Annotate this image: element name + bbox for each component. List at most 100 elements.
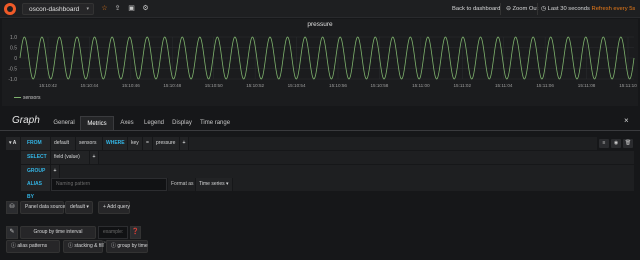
where-key[interactable]: key [128, 137, 142, 150]
row-filler [99, 151, 634, 164]
divider [500, 3, 501, 15]
tab-display[interactable]: Display [168, 116, 196, 130]
group-by-time-label: Group by time interval [20, 226, 96, 239]
x-tick-label: 15:10:52 [246, 83, 264, 88]
top-navbar: oscon-dashboard ▾ ☆ ⇪ ▣ ⚙ Back to dashbo… [0, 0, 640, 18]
query-row-from: ▾ A FROM default sensors WHERE key = pre… [6, 137, 634, 150]
y-tick-label: -1.0 [8, 77, 17, 83]
zoom-out-label: Zoom Out [512, 6, 539, 12]
select-label: SELECT [21, 151, 50, 164]
x-tick-label: 15:11:08 [578, 83, 596, 88]
data-source-select[interactable]: default ▾ [65, 201, 93, 214]
tab-legend[interactable]: Legend [140, 116, 168, 130]
dashboard-title: oscon-dashboard [29, 6, 80, 13]
y-tick-label: 0 [14, 56, 17, 62]
share-icon[interactable]: ⇪ [112, 3, 123, 15]
x-tick-label: 15:10:44 [80, 83, 98, 88]
collapse-icon: ▾ [9, 140, 12, 146]
alias-by-label: ALIAS BY [21, 178, 50, 200]
query-row-group-by: GROUP BY + [6, 165, 634, 187]
add-select-plus-icon[interactable]: + [90, 151, 98, 164]
group-by-time-input[interactable]: example: >10s [98, 226, 128, 246]
y-tick-label: -0.5 [8, 66, 17, 72]
x-tick-label: 15:10:46 [122, 83, 140, 88]
add-query-label: Add query [107, 204, 130, 210]
caret-down-icon: ▾ [86, 6, 89, 12]
query-row-alias-by: ALIAS BY Naming pattern Format as Time s… [6, 178, 634, 200]
group-by-time-help-label: group by time [117, 243, 148, 249]
where-operator[interactable]: = [143, 137, 152, 150]
tab-general[interactable]: General [48, 116, 80, 130]
alias-patterns-label: alias patterns [17, 243, 48, 249]
back-to-dashboard-button[interactable]: Back to dashboard [452, 3, 500, 15]
query-row-select: SELECT field (value) + [6, 151, 634, 164]
toggle-visibility-eye-icon[interactable]: ◉ [611, 139, 621, 148]
time-range-label: Last 30 seconds [547, 6, 590, 12]
legend-swatch [14, 96, 21, 99]
delete-trash-icon[interactable]: 🗑 [623, 139, 633, 148]
format-as-select[interactable]: Time series ▾ [196, 178, 232, 191]
x-tick-label: 15:11:02 [454, 83, 472, 88]
grafana-logo-icon[interactable] [4, 3, 16, 15]
zoom-out-button[interactable]: ⊖ Zoom Out [506, 3, 538, 15]
tab-metrics[interactable]: Metrics [80, 116, 114, 130]
divider [537, 3, 538, 15]
settings-gear-icon[interactable]: ⚙ [140, 3, 151, 15]
alias-patterns-button[interactable]: ⓘ alias patterns [6, 240, 60, 253]
close-editor-icon[interactable]: × [624, 116, 629, 125]
query-menu-icon[interactable]: ≡ [599, 139, 609, 148]
star-icon[interactable]: ☆ [99, 3, 110, 15]
wrench-icon: ✎ [6, 226, 18, 239]
group-by-label: GROUP BY [21, 165, 50, 187]
x-tick-label: 15:10:42 [39, 83, 57, 88]
x-tick-label: 15:10:56 [329, 83, 347, 88]
caret-down-icon: ▾ [226, 181, 229, 187]
x-tick-label: 15:11:04 [495, 83, 513, 88]
clock-icon: ◷ [541, 6, 548, 12]
pressure-chart: 1.0 0.5 0 -0.5 -1.0 15:10:42 15:10:44 15:10:46 1… [8, 35, 637, 88]
from-label: FROM [21, 137, 50, 150]
query-ref: A [12, 140, 17, 146]
query-ref-toggle[interactable]: ▾ A [6, 137, 20, 150]
where-value[interactable]: pressure [153, 137, 179, 150]
tab-time-range[interactable]: Time range [196, 116, 234, 130]
info-icon[interactable]: ❓ [130, 226, 141, 239]
alias-by-input[interactable]: Naming pattern [51, 178, 167, 191]
row-filler [233, 178, 634, 191]
data-source-value: default [70, 204, 86, 210]
legend-item-sensors[interactable]: sensors [14, 95, 41, 101]
panel-data-source-label: Panel data source [20, 201, 65, 214]
x-tick-label: 15:11:06 [536, 83, 554, 88]
where-label: WHERE [103, 137, 127, 150]
database-icon: ⛁ [6, 201, 18, 214]
x-tick-label: 15:10:54 [288, 83, 306, 88]
dashboard-picker-button[interactable]: oscon-dashboard ▾ [22, 3, 94, 15]
format-as-value: Time series [199, 181, 225, 187]
group-by-time-button[interactable]: ⓘ group by time [106, 240, 148, 253]
time-picker-button[interactable]: ◷ Last 30 seconds Refresh every 5s [541, 3, 635, 15]
from-policy[interactable]: default [51, 137, 75, 150]
editor-title: Graph [12, 115, 40, 126]
stacking-fill-label: stacking & fill [74, 243, 104, 249]
x-tick-label: 15:10:58 [370, 83, 388, 88]
x-tick-label: 15:11:10 [619, 83, 637, 88]
x-tick-label: 15:11:00 [412, 83, 430, 88]
add-where-plus-icon[interactable]: + [180, 137, 188, 150]
y-tick-label: 1.0 [10, 35, 17, 41]
format-as-label: Format as [168, 178, 195, 191]
tab-axes[interactable]: Axes [114, 116, 140, 130]
legend-label: sensors [23, 95, 41, 101]
row-filler [60, 165, 634, 178]
save-icon[interactable]: ▣ [126, 3, 137, 15]
x-tick-label: 15:10:50 [205, 83, 223, 88]
graph-panel[interactable]: pressure 1.0 0.5 0 -0.5 -1.0 15:10:42 15:10:44… [2, 19, 638, 106]
select-field[interactable]: field (value) [51, 151, 89, 164]
add-group-by-plus-icon[interactable]: + [51, 165, 59, 178]
add-query-button[interactable]: + Add query [98, 201, 130, 214]
stacking-fill-button[interactable]: ⓘ stacking & fill [63, 240, 104, 253]
panel-editor: Graph General Metrics Axes Legend Displa… [0, 108, 640, 260]
from-measurement[interactable]: sensors [76, 137, 102, 150]
x-tick-label: 15:10:48 [163, 83, 181, 88]
row-filler [189, 137, 597, 150]
refresh-interval-label: Refresh every 5s [591, 6, 636, 12]
